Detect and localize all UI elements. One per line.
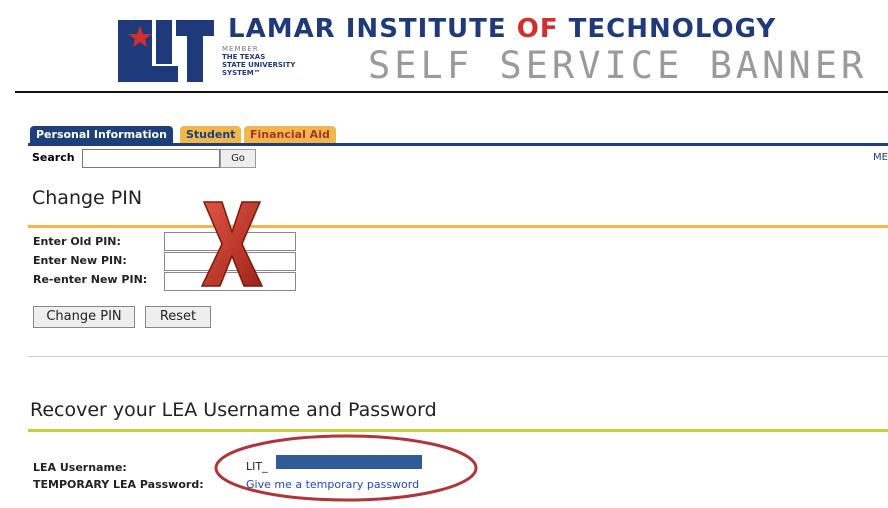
lit-logo	[118, 20, 214, 82]
new-pin-label: Enter New PIN:	[33, 254, 127, 267]
reset-button[interactable]: Reset	[145, 306, 211, 328]
search-input[interactable]	[82, 149, 220, 168]
tab-personal-information[interactable]: Personal Information	[30, 126, 173, 143]
lea-username-label: LEA Username:	[33, 461, 127, 474]
app-subtitle: SELF SERVICE BANNER	[368, 44, 868, 87]
change-pin-button[interactable]: Change PIN	[33, 306, 135, 328]
search-label: Search	[32, 151, 75, 164]
recover-title: Recover your LEA Username and Password	[30, 399, 437, 421]
tab-financial-aid[interactable]: Financial Aid	[244, 126, 336, 143]
header-divider	[15, 91, 888, 93]
reenter-pin-label: Re-enter New PIN:	[33, 273, 148, 286]
go-button[interactable]: Go	[220, 149, 256, 168]
tab-student[interactable]: Student	[180, 126, 242, 143]
temp-password-label: TEMPORARY LEA Password:	[33, 478, 204, 491]
tab-divider	[28, 143, 888, 146]
change-pin-divider	[28, 225, 888, 228]
red-x-annotation-icon	[196, 198, 268, 290]
section-separator	[28, 356, 888, 357]
institution-name: LAMAR INSTITUTE OF TECHNOLOGY	[228, 14, 777, 44]
change-pin-title: Change PIN	[32, 187, 143, 209]
menu-link[interactable]: ME	[873, 152, 888, 163]
red-ellipse-annotation-icon	[212, 432, 480, 504]
member-badge: MEMBER THE TEXAS STATE UNIVERSITY SYSTEM…	[222, 45, 296, 77]
old-pin-label: Enter Old PIN:	[33, 235, 121, 248]
